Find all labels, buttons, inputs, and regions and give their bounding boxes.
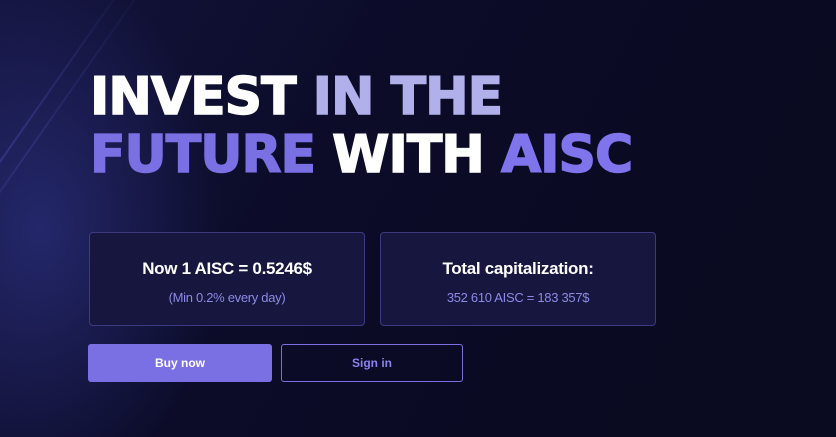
price-card-title: Now 1 AISC = 0.5246$ [142, 259, 312, 278]
headline-word-in: IN [312, 67, 375, 127]
headline-word-invest: INVEST [89, 67, 297, 127]
sign-in-button[interactable]: Sign in [281, 344, 463, 382]
headline-line-2: FUTURE WITH AISC [89, 125, 634, 185]
capitalization-card: Total capitalization: 352 610 AISC = 183… [380, 232, 656, 326]
buy-now-button[interactable]: Buy now [88, 344, 272, 382]
hero-section: INVEST IN THE FUTURE WITH AISC Now 1 AIS… [0, 0, 836, 437]
headline-word-aisc: AISC [500, 125, 634, 185]
headline-word-the: THE [390, 67, 504, 127]
headline-word-future: FUTURE [89, 125, 317, 185]
headline-line-1: INVEST IN THE [89, 67, 632, 127]
price-card-subtitle: (Min 0.2% every day) [168, 290, 286, 305]
decorative-glow-line [0, 0, 142, 388]
headline-word-with: WITH [331, 125, 485, 185]
capitalization-card-subtitle: 352 610 AISC = 183 357$ [446, 290, 590, 305]
price-card: Now 1 AISC = 0.5246$ (Min 0.2% every day… [89, 232, 365, 326]
capitalization-card-title: Total capitalization: [442, 259, 594, 278]
hero-headline: INVEST IN THE FUTURE WITH AISC [89, 67, 634, 185]
